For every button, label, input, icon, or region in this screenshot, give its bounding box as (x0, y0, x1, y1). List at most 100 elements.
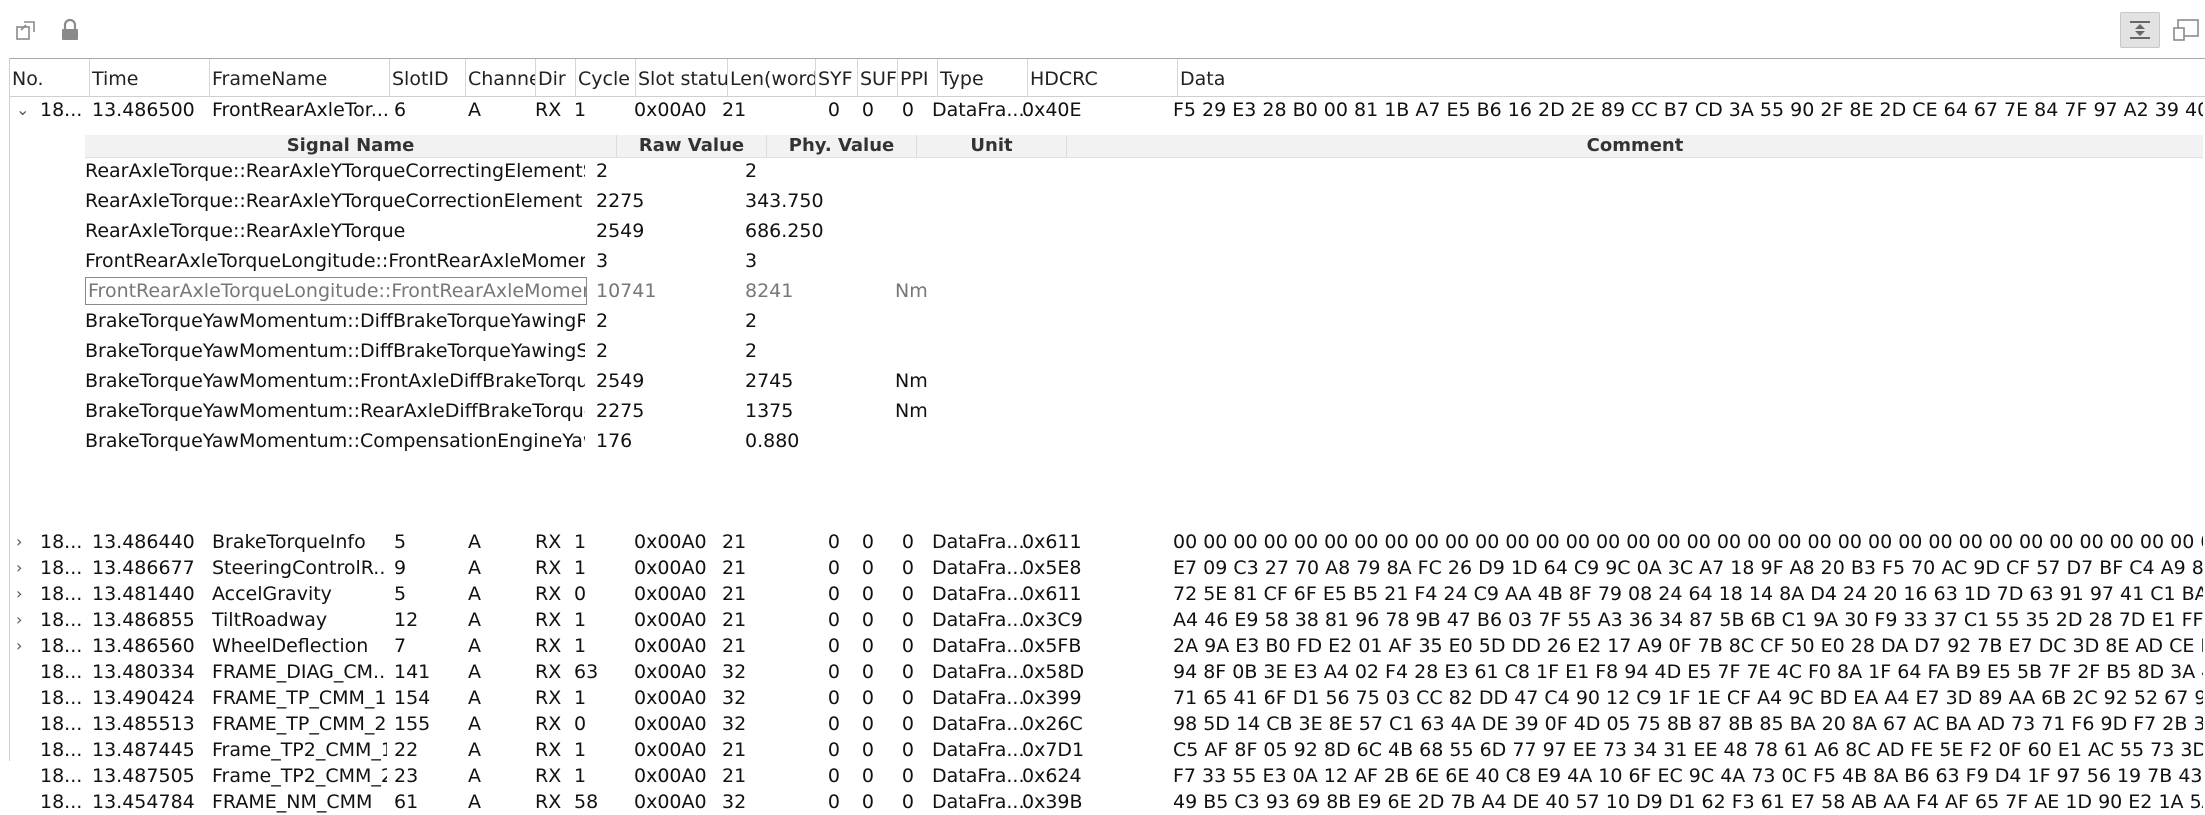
cell-ppi: 0 (901, 661, 914, 683)
expand-chevron-icon[interactable]: › (16, 529, 32, 555)
column-header-no[interactable]: No. (10, 59, 90, 96)
signal-row[interactable]: RearAxleTorque::RearAxleYTorqueCorrectin… (85, 157, 2203, 185)
table-row[interactable]: › 18... 13.486440 BrakeTorqueInfo 5 A RX 1 0x00A… (10, 529, 2205, 555)
signal-row[interactable]: BrakeTorqueYawMomentum::CompensationEngi… (85, 427, 2203, 455)
expand-chevron-icon[interactable]: › (16, 555, 32, 581)
column-header-ppi[interactable]: PPI (898, 59, 938, 96)
signal-raw: 176 (596, 430, 633, 452)
signal-unit (895, 217, 995, 245)
column-header-time[interactable]: Time (90, 59, 210, 96)
cell-len: 21 (722, 99, 747, 121)
column-header-slotid[interactable]: SlotID (390, 59, 466, 96)
table-row[interactable]: › 18... 13.486855 TiltRoadway 12 A RX 1 0x00A0 21… (10, 607, 2205, 633)
table-row-expanded[interactable]: ⌄ 18... 13.486500 FrontRearAxleTor... 6 … (10, 97, 2205, 123)
column-header-slot-status[interactable]: Slot status (636, 59, 728, 96)
signal-row[interactable]: RearAxleTorque::RearAxleYTorqueCorrectio… (85, 187, 2203, 215)
table-row[interactable]: 18... 13.454784 FRAME_NM_CMM 61 A RX 58 0x00A0 3… (10, 789, 2205, 815)
column-header-hdcrc[interactable]: HDCRC (1028, 59, 1178, 96)
cell-dir: RX (535, 739, 562, 761)
column-header-cycle[interactable]: Cycle (576, 59, 636, 96)
table-row[interactable]: 18... 13.490424 FRAME_TP_CMM_1 154 A RX 1 0x00A… (10, 685, 2205, 711)
signal-raw: 2 (596, 310, 609, 332)
collapse-button[interactable] (2120, 12, 2160, 48)
signal-phy: 2745 (745, 370, 794, 392)
cell-type: DataFra... (932, 609, 1024, 631)
signal-header-name[interactable]: Signal Name (85, 135, 617, 157)
signal-row[interactable]: BrakeTorqueYawMomentum::FrontAxleDiffBra… (85, 367, 2203, 395)
cell-data: F7 33 55 E3 0A 12 AF 2B 6E 6E 40 C8 E9 4… (1173, 765, 2203, 787)
cell-slotid: 141 (394, 661, 431, 683)
table-row[interactable]: 18... 13.485513 FRAME_TP_CMM_2 155 A RX 0 0x00A… (10, 711, 2205, 737)
cell-len: 21 (722, 635, 747, 657)
cell-slot-status: 0x00A0 (634, 791, 707, 813)
cell-hdcrc: 0x40E (1022, 99, 1082, 121)
expand-chevron-icon[interactable]: › (16, 607, 32, 633)
signal-unit: Nm (895, 370, 928, 392)
column-header-suf[interactable]: SUF (858, 59, 898, 96)
column-header-len[interactable]: Len(words) (728, 59, 816, 96)
signal-row[interactable]: FrontRearAxleTorqueLongitude::FrontRearA… (85, 247, 2203, 275)
cell-time: 13.486440 (92, 531, 195, 553)
signal-unit (895, 187, 995, 215)
cell-slotid: 9 (394, 557, 407, 579)
cell-ppi: 0 (901, 713, 914, 735)
collapse-chevron-icon[interactable]: ⌄ (16, 97, 32, 123)
signal-header-phy[interactable]: Phy. Value (767, 135, 917, 157)
grid-header: No. Time FrameName SlotID Channel Dir Cy… (10, 59, 2205, 97)
cell-hdcrc: 0x39B (1022, 791, 1083, 813)
column-header-framename[interactable]: FrameName (210, 59, 390, 96)
column-header-syf[interactable]: SYF (816, 59, 858, 96)
cell-slot-status: 0x00A0 (634, 557, 707, 579)
column-header-data[interactable]: Data (1178, 59, 2205, 96)
detach-window-icon[interactable] (2172, 18, 2202, 42)
table-row[interactable]: 18... 13.487505 Frame_TP2_CMM_2 23 A RX 1 0x00A… (10, 763, 2205, 789)
signal-header-comment[interactable]: Comment (1067, 135, 2203, 157)
cell-cycle: 1 (574, 531, 587, 553)
table-row[interactable]: 18... 13.480334 FRAME_DIAG_CM... 141 A RX 63 0x… (10, 659, 2205, 685)
cell-len: 21 (722, 765, 747, 787)
cell-len: 21 (722, 531, 747, 553)
cell-slotid: 22 (394, 739, 419, 761)
table-row[interactable]: › 18... 13.481440 AccelGravity 5 A RX 0 0x00A0 21… (10, 581, 2205, 607)
signal-name: BrakeTorqueYawMomentum::DiffBrakeTorqueY… (85, 310, 585, 332)
signal-header-unit[interactable]: Unit (917, 135, 1067, 157)
cell-data: 72 5E 81 CF 6F E5 B5 21 F4 24 C9 AA 4B 8… (1173, 583, 2203, 605)
cell-syf: 0 (827, 635, 840, 657)
signal-row[interactable]: RearAxleTorque::RearAxleYTorque 2549 686… (85, 217, 2203, 245)
cell-slot-status: 0x00A0 (634, 635, 707, 657)
expand-chevron-icon[interactable]: › (16, 581, 32, 607)
cell-dir: RX (535, 635, 562, 657)
column-header-dir[interactable]: Dir (536, 59, 576, 96)
cell-slot-status: 0x00A0 (634, 739, 707, 761)
signal-row-selected[interactable]: FrontRearAxleTorqueLongitude::FrontRearA… (85, 277, 2203, 305)
export-icon[interactable] (14, 18, 38, 42)
cell-suf: 0 (861, 635, 874, 657)
cell-time: 13.486677 (92, 557, 195, 579)
signal-unit (895, 157, 995, 185)
table-row[interactable]: 18... 13.487445 Frame_TP2_CMM_1 22 A RX 1 0x00A… (10, 737, 2205, 763)
signal-unit: Nm (895, 400, 928, 422)
column-header-type[interactable]: Type (938, 59, 1028, 96)
signal-row[interactable]: BrakeTorqueYawMomentum::DiffBrakeTorqueY… (85, 307, 2203, 335)
cell-slot-status: 0x00A0 (634, 99, 707, 121)
table-row[interactable]: › 18... 13.486677 SteeringControlR... 9 A RX 1 0… (10, 555, 2205, 581)
cell-framename: AccelGravity (212, 583, 332, 605)
table-row[interactable]: › 18... 13.486560 WheelDeflection 7 A RX 1 0x00A… (10, 633, 2205, 659)
cell-slotid: 5 (394, 531, 407, 553)
signal-name: BrakeTorqueYawMomentum::FrontAxleDiffBra… (85, 370, 585, 392)
signal-row[interactable]: BrakeTorqueYawMomentum::DiffBrakeTorqueY… (85, 337, 2203, 365)
signal-header-raw[interactable]: Raw Value (617, 135, 767, 157)
signal-row[interactable]: BrakeTorqueYawMomentum::RearAxleDiffBrak… (85, 397, 2203, 425)
cell-len: 32 (722, 687, 747, 709)
cell-suf: 0 (861, 557, 874, 579)
cell-channel: A (468, 99, 481, 121)
cell-no: 18... (40, 609, 83, 631)
cell-syf: 0 (827, 99, 840, 121)
cell-data: 00 00 00 00 00 00 00 00 00 00 00 00 00 0… (1173, 531, 2203, 553)
expand-chevron-icon[interactable]: › (16, 633, 32, 659)
cell-len: 21 (722, 609, 747, 631)
column-header-channel[interactable]: Channel (466, 59, 536, 96)
lock-icon[interactable] (58, 18, 82, 42)
cell-suf: 0 (861, 739, 874, 761)
cell-slot-status: 0x00A0 (634, 765, 707, 787)
